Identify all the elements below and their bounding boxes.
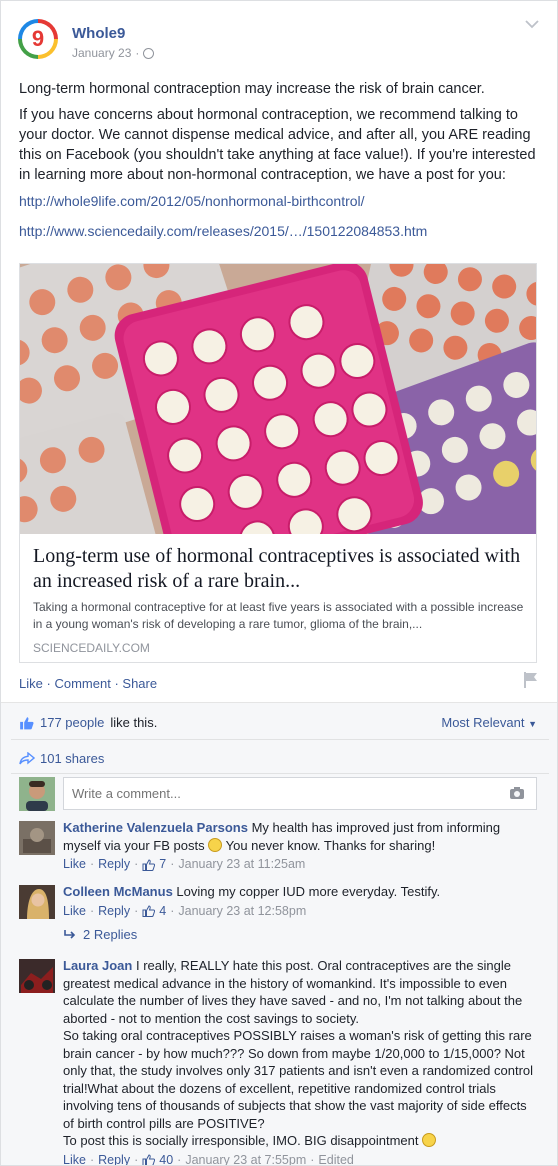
- shares-summary[interactable]: 101 shares: [19, 751, 104, 766]
- comment-body: Laura Joan I really, REALLY hate this po…: [63, 957, 539, 1166]
- comment-reply-button[interactable]: Reply: [98, 1152, 130, 1166]
- comment-text: So taking oral contraceptives POSSIBLY r…: [63, 1028, 534, 1131]
- like-button[interactable]: Like: [19, 676, 43, 691]
- post-meta: January 23 ·: [72, 46, 155, 60]
- sciencedaily-link[interactable]: http://www.sciencedaily.com/releases/201…: [19, 221, 539, 241]
- globe-icon: [143, 47, 155, 59]
- comment-like-count[interactable]: 40: [159, 1152, 173, 1166]
- page-name-link[interactable]: Whole9: [72, 25, 125, 42]
- post-date[interactable]: January 23: [72, 46, 131, 60]
- comment-like-count[interactable]: 7: [159, 856, 166, 874]
- caret-down-icon: ▼: [528, 719, 537, 729]
- thumbs-up-icon: [20, 716, 34, 729]
- avatar[interactable]: [19, 777, 55, 811]
- comment-text: I really, REALLY hate this post. Oral co…: [63, 958, 523, 1026]
- separator: ·: [310, 1152, 315, 1166]
- nonhormonal-link[interactable]: http://whole9life.com/2012/05/nonhormona…: [19, 191, 539, 211]
- comment-author[interactable]: Laura Joan: [63, 958, 132, 973]
- divider: [11, 773, 549, 774]
- avatar[interactable]: [19, 885, 55, 919]
- edited-label[interactable]: Edited: [318, 1152, 353, 1166]
- sort-dropdown[interactable]: Most Relevant ▼: [441, 715, 537, 730]
- comment-reply-button[interactable]: Reply: [98, 856, 130, 874]
- logo-digit: 9: [22, 23, 54, 55]
- comment-button[interactable]: Comment: [54, 676, 110, 691]
- replies-label: 2 Replies: [83, 927, 138, 942]
- share-button[interactable]: Share: [122, 676, 157, 691]
- separator: ·: [89, 1152, 95, 1166]
- comment-actions: Like · Reply · 7 · January 23 at 11:25am: [63, 856, 539, 874]
- avatar[interactable]: [19, 959, 55, 993]
- comment-like-count[interactable]: 4: [159, 903, 166, 921]
- sort-label: Most Relevant: [441, 715, 525, 730]
- comment-actions: Like · Reply · 4 · January 23 at 12:58pm: [63, 903, 539, 921]
- comment-timestamp[interactable]: January 23 at 7:55pm: [185, 1152, 306, 1166]
- comment-text: Loving my copper IUD more everyday. Test…: [176, 884, 441, 899]
- separator: ·: [134, 1152, 139, 1166]
- post-paragraph-2: If you have concerns about hormonal cont…: [19, 107, 536, 183]
- comment-author[interactable]: Colleen McManus: [63, 884, 173, 899]
- comment-like-button[interactable]: Like: [63, 1152, 86, 1166]
- chevron-down-icon[interactable]: [525, 19, 539, 29]
- post-actions: Like · Comment · Share: [19, 676, 157, 691]
- comment-author[interactable]: Katherine Valenzuela Parsons: [63, 820, 248, 835]
- avatar[interactable]: [19, 821, 55, 855]
- likes-summary: 177 people like this.: [19, 715, 157, 730]
- disappointed-emoji-icon: [422, 1133, 437, 1147]
- camera-icon[interactable]: [509, 786, 525, 800]
- flag-icon[interactable]: [523, 671, 539, 689]
- comment-body: Katherine Valenzuela Parsons My health h…: [63, 819, 539, 874]
- thumbs-up-icon: [142, 905, 156, 918]
- action-separator: ·: [46, 676, 51, 691]
- thumbs-up-icon: [142, 1154, 156, 1165]
- separator: ·: [170, 857, 175, 871]
- preview-description: Taking a hormonal contraceptive for at l…: [33, 600, 524, 631]
- view-replies-link[interactable]: 2 Replies: [63, 927, 137, 942]
- separator: ·: [134, 857, 139, 871]
- post-card: 9 Whole9 January 23 · Long-term hormonal…: [0, 0, 558, 1166]
- post-header: 9 Whole9 January 23 ·: [1, 1, 557, 60]
- preview-title[interactable]: Long-term use of hormonal contraceptives…: [33, 544, 528, 594]
- comment-text: To post this is socially irresponsible, …: [63, 1133, 419, 1148]
- post-message: Long-term hormonal contraception may inc…: [19, 79, 539, 251]
- share-arrow-icon: [19, 752, 35, 765]
- comment-text: You never know. Thanks for sharing!: [225, 837, 436, 853]
- comment-reply-button[interactable]: Reply: [98, 903, 130, 921]
- meta-separator: ·: [135, 46, 140, 60]
- preview-source: SCIENCEDAILY.COM: [33, 641, 150, 655]
- thumbs-up-icon: [142, 859, 156, 871]
- separator: ·: [177, 1152, 182, 1166]
- likes-count-link[interactable]: 177 people: [40, 715, 104, 730]
- separator: ·: [170, 903, 175, 918]
- preview-image[interactable]: [20, 264, 536, 534]
- separator: ·: [89, 903, 95, 918]
- link-preview[interactable]: Long-term use of hormonal contraceptives…: [19, 263, 537, 663]
- comment-timestamp[interactable]: January 23 at 12:58pm: [178, 903, 306, 921]
- action-separator: ·: [114, 676, 119, 691]
- comment-input[interactable]: [63, 777, 537, 810]
- likes-suffix: like this.: [110, 715, 158, 730]
- reply-arrow-icon: [64, 930, 76, 939]
- comment-body: Colleen McManus Loving my copper IUD mor…: [63, 883, 539, 920]
- shares-count: 101 shares: [40, 751, 105, 766]
- divider: [11, 739, 549, 740]
- feedback-section: 177 people like this. Most Relevant ▼ 10…: [1, 702, 557, 1166]
- separator: ·: [89, 857, 95, 871]
- comment-actions: Like · Reply · 40 · January 23 at 7:55pm…: [63, 1152, 539, 1166]
- smile-emoji-icon: [208, 837, 223, 852]
- post-paragraph-1: Long-term hormonal contraception may inc…: [19, 81, 485, 97]
- comment-like-button[interactable]: Like: [63, 856, 86, 874]
- comment-like-button[interactable]: Like: [63, 903, 86, 921]
- comment-timestamp[interactable]: January 23 at 11:25am: [178, 856, 305, 874]
- separator: ·: [134, 903, 139, 918]
- page-logo[interactable]: 9: [18, 19, 58, 59]
